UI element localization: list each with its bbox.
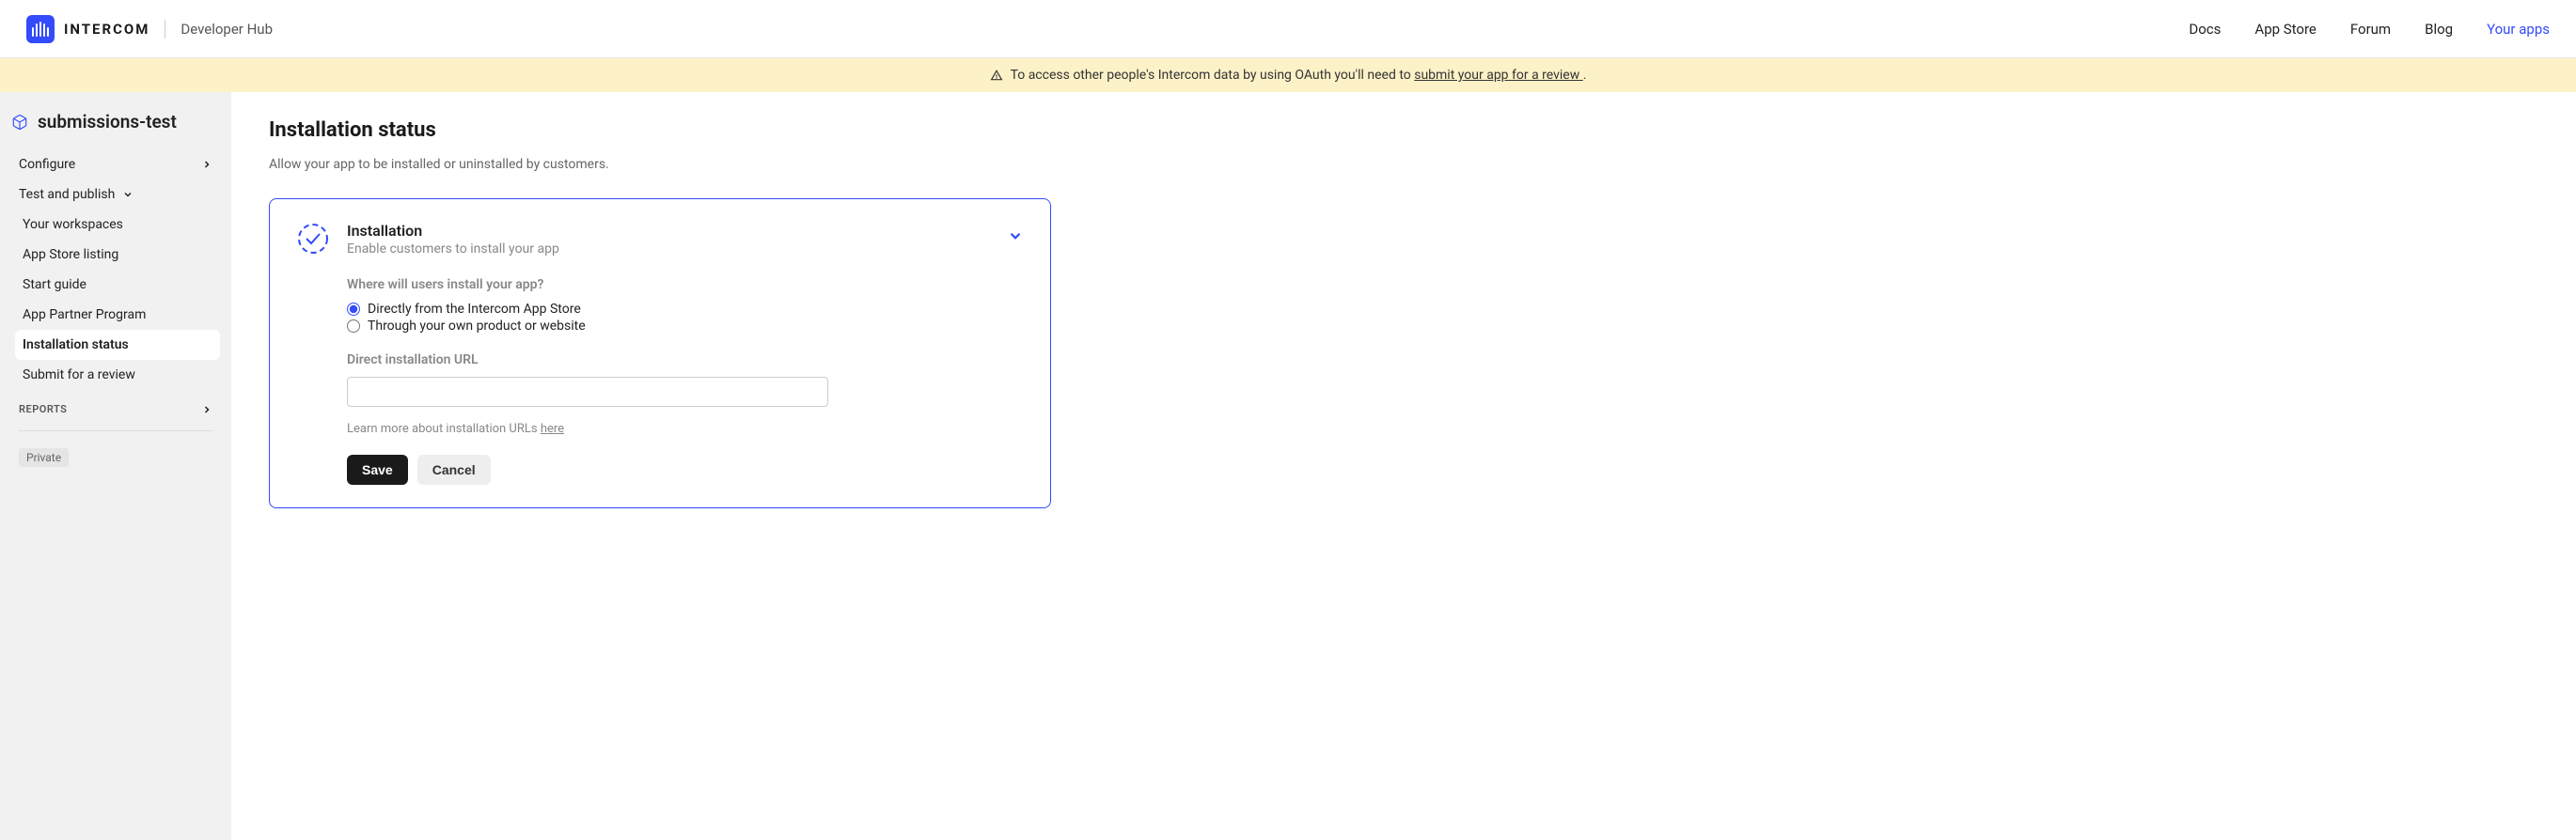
- nav-forum[interactable]: Forum: [2350, 21, 2391, 38]
- radio-app-store-label: Directly from the Intercom App Store: [368, 302, 581, 317]
- sidebar-reports-section[interactable]: REPORTS: [11, 390, 220, 421]
- radio-own-product-label: Through your own product or website: [368, 319, 586, 334]
- save-button[interactable]: Save: [347, 455, 408, 485]
- sidebar-configure-label: Configure: [19, 157, 75, 172]
- check-circle-icon: [296, 222, 330, 256]
- sidebar-item-workspaces[interactable]: Your workspaces: [15, 210, 220, 240]
- page-title: Installation status: [269, 118, 1322, 142]
- sidebar-item-listing[interactable]: App Store listing: [15, 240, 220, 270]
- oauth-warning-banner: To access other people's Intercom data b…: [0, 58, 2576, 92]
- sidebar-app-title: submissions-test: [11, 111, 220, 149]
- banner-submit-link[interactable]: submit your app for a review: [1414, 68, 1583, 83]
- chevron-down-icon: [122, 189, 134, 200]
- app-name: submissions-test: [38, 111, 177, 132]
- header-left: INTERCOM Developer Hub: [26, 15, 273, 43]
- nav-your-apps[interactable]: Your apps: [2487, 21, 2550, 38]
- sidebar-test-publish[interactable]: Test and publish: [11, 179, 220, 210]
- direct-url-input[interactable]: [347, 377, 828, 407]
- brand-logo[interactable]: INTERCOM: [26, 15, 149, 43]
- install-location-question: Where will users install your app?: [347, 277, 1024, 292]
- card-body: Where will users install your app? Direc…: [296, 257, 1024, 485]
- chevron-right-icon: [201, 159, 212, 170]
- sidebar-item-submit-review[interactable]: Submit for a review: [15, 360, 220, 390]
- sidebar-start-guide-label: Start guide: [23, 277, 86, 292]
- sidebar-item-start-guide[interactable]: Start guide: [15, 270, 220, 300]
- cancel-button[interactable]: Cancel: [417, 455, 491, 485]
- card-description: Enable customers to install your app: [347, 241, 990, 257]
- radio-app-store[interactable]: Directly from the Intercom App Store: [347, 302, 1024, 317]
- button-row: Save Cancel: [347, 455, 1024, 485]
- direct-url-label: Direct installation URL: [347, 352, 1024, 367]
- banner-text-before: To access other people's Intercom data b…: [1011, 68, 1415, 83]
- brand-text: INTERCOM: [64, 21, 149, 38]
- help-link-here[interactable]: here: [541, 422, 564, 436]
- sidebar-divider: [19, 430, 212, 431]
- sidebar: submissions-test Configure Test and publ…: [0, 92, 231, 840]
- radio-own-product-input[interactable]: [347, 319, 360, 333]
- chevron-right-icon: [201, 404, 212, 415]
- sidebar-test-publish-label: Test and publish: [19, 187, 115, 202]
- banner-text-after: .: [1583, 68, 1587, 83]
- reports-label: REPORTS: [19, 403, 67, 415]
- main-content: Installation status Allow your app to be…: [231, 92, 1359, 840]
- chevron-down-icon[interactable]: [1007, 227, 1024, 244]
- card-title: Installation: [347, 222, 990, 240]
- installation-card: Installation Enable customers to install…: [269, 198, 1051, 508]
- sidebar-item-partner[interactable]: App Partner Program: [15, 300, 220, 330]
- dev-hub-label[interactable]: Developer Hub: [181, 21, 273, 38]
- radio-own-product[interactable]: Through your own product or website: [347, 319, 1024, 334]
- help-text: Learn more about installation URLs here: [347, 422, 1024, 436]
- sidebar-submit-review-label: Submit for a review: [23, 367, 135, 382]
- page-subtitle: Allow your app to be installed or uninst…: [269, 157, 1322, 172]
- sidebar-install-status-label: Installation status: [23, 337, 129, 352]
- top-header: INTERCOM Developer Hub Docs App Store Fo…: [0, 0, 2576, 58]
- sidebar-workspaces-label: Your workspaces: [23, 217, 123, 232]
- warning-icon: [990, 69, 1003, 82]
- nav-blog[interactable]: Blog: [2425, 21, 2453, 38]
- intercom-logo-icon: [26, 15, 55, 43]
- nav-app-store[interactable]: App Store: [2254, 21, 2316, 38]
- install-location-radio-group: Directly from the Intercom App Store Thr…: [347, 302, 1024, 334]
- sidebar-partner-label: App Partner Program: [23, 307, 146, 322]
- sidebar-configure[interactable]: Configure: [11, 149, 220, 179]
- private-badge: Private: [19, 448, 69, 467]
- top-nav: Docs App Store Forum Blog Your apps: [2189, 21, 2550, 38]
- sidebar-item-install-status[interactable]: Installation status: [15, 330, 220, 360]
- nav-docs[interactable]: Docs: [2189, 21, 2221, 38]
- card-header[interactable]: Installation Enable customers to install…: [296, 222, 1024, 257]
- cube-icon: [11, 114, 28, 131]
- help-text-before: Learn more about installation URLs: [347, 422, 541, 436]
- sidebar-listing-label: App Store listing: [23, 247, 118, 262]
- radio-app-store-input[interactable]: [347, 303, 360, 316]
